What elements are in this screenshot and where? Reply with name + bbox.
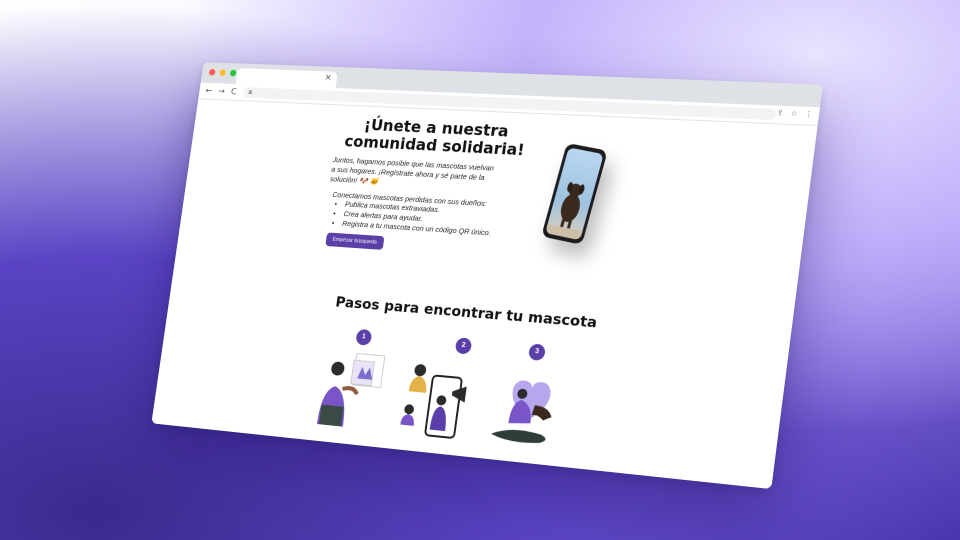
browser-window: × ← → C a ⇪ ☆ ⋮ ¡Únete a nuestra comunid… xyxy=(151,62,823,490)
close-window-button[interactable] xyxy=(208,68,216,76)
step-2-illustration xyxy=(400,363,467,445)
window-controls xyxy=(208,68,237,77)
tab-close-icon[interactable]: × xyxy=(324,73,332,83)
minimize-window-button[interactable] xyxy=(219,69,227,77)
step-number-3: 3 xyxy=(527,343,547,361)
step-1-illustration xyxy=(316,345,400,427)
phone-mockup-image xyxy=(541,142,608,245)
dog-photo xyxy=(545,147,604,241)
step-3-illustration xyxy=(490,379,553,445)
reload-icon[interactable]: C xyxy=(230,87,237,97)
share-icon[interactable]: ⇪ xyxy=(776,109,783,118)
page-background: × ← → C a ⇪ ☆ ⋮ ¡Únete a nuestra comunid… xyxy=(0,0,960,540)
hero-title: ¡Únete a nuestra comunidad solidaria! xyxy=(343,115,528,159)
step-number-1: 1 xyxy=(355,328,373,346)
back-arrow-icon[interactable]: ← xyxy=(205,86,213,96)
steps-title: Pasos para encontrar tu mascota xyxy=(334,294,599,332)
hero-paragraph: Juntos, hagamos posible que las mascotas… xyxy=(329,155,495,186)
maximize-window-button[interactable] xyxy=(229,69,237,77)
toolbar-actions: ⇪ ☆ ⋮ xyxy=(776,109,813,119)
start-search-button[interactable]: Empezar búsqueda xyxy=(325,232,385,250)
browser-menu-icon[interactable]: ⋮ xyxy=(804,110,813,119)
step-number-2: 2 xyxy=(454,337,473,355)
page-content: ¡Únete a nuestra comunidad solidaria! Ju… xyxy=(151,99,818,490)
bookmark-star-icon[interactable]: ☆ xyxy=(790,109,798,118)
forward-arrow-icon[interactable]: → xyxy=(218,87,226,97)
